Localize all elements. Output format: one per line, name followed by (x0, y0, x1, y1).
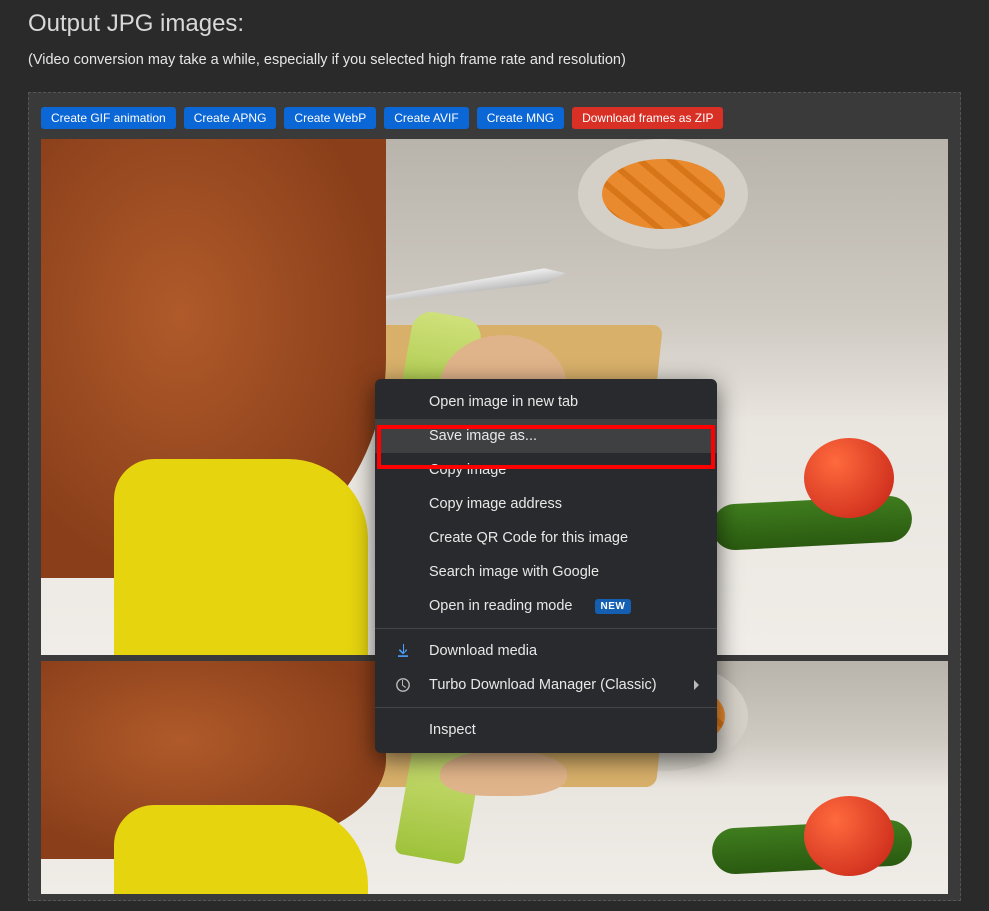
section-title: Output JPG images: (28, 10, 961, 38)
create-avif-button[interactable]: Create AVIF (384, 107, 468, 129)
turbo-icon (393, 675, 413, 695)
menu-search-google[interactable]: Search image with Google (375, 555, 717, 589)
create-gif-button[interactable]: Create GIF animation (41, 107, 176, 129)
menu-create-qr-code[interactable]: Create QR Code for this image (375, 521, 717, 555)
menu-separator (375, 707, 717, 708)
menu-label: Copy image (429, 462, 506, 478)
action-button-row: Create GIF animation Create APNG Create … (41, 107, 948, 129)
menu-label: Turbo Download Manager (Classic) (429, 677, 657, 693)
download-icon (393, 641, 413, 661)
menu-label: Copy image address (429, 496, 562, 512)
menu-label: Search image with Google (429, 564, 599, 580)
create-webp-button[interactable]: Create WebP (284, 107, 376, 129)
create-mng-button[interactable]: Create MNG (477, 107, 564, 129)
menu-open-new-tab[interactable]: Open image in new tab (375, 385, 717, 419)
download-zip-button[interactable]: Download frames as ZIP (572, 107, 723, 129)
image-context-menu: Open image in new tab Save image as... C… (375, 379, 717, 753)
menu-label: Inspect (429, 722, 476, 738)
menu-label: Open image in new tab (429, 394, 578, 410)
menu-label: Download media (429, 643, 537, 659)
menu-label: Save image as... (429, 428, 537, 444)
create-apng-button[interactable]: Create APNG (184, 107, 277, 129)
menu-separator (375, 628, 717, 629)
menu-copy-image[interactable]: Copy image (375, 453, 717, 487)
section-subtitle: (Video conversion may take a while, espe… (28, 52, 961, 68)
menu-label: Open in reading mode (429, 598, 573, 614)
menu-save-image-as[interactable]: Save image as... (375, 419, 717, 453)
menu-turbo-download[interactable]: Turbo Download Manager (Classic) (375, 668, 717, 702)
menu-copy-image-address[interactable]: Copy image address (375, 487, 717, 521)
menu-reading-mode[interactable]: Open in reading mode NEW (375, 589, 717, 623)
menu-inspect[interactable]: Inspect (375, 713, 717, 747)
submenu-arrow-icon (693, 679, 701, 691)
new-badge: NEW (595, 599, 632, 614)
menu-download-media[interactable]: Download media (375, 634, 717, 668)
menu-label: Create QR Code for this image (429, 530, 628, 546)
